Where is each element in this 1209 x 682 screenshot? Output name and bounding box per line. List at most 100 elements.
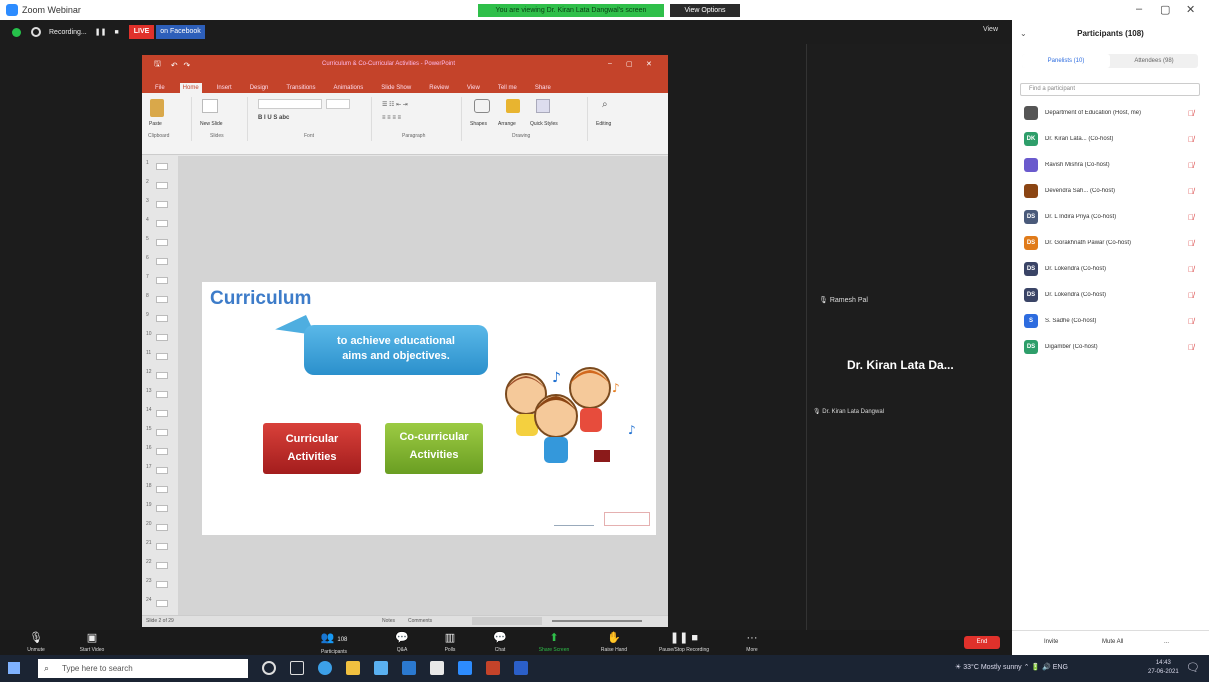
slide-thumbnail[interactable]: 16: [146, 445, 172, 459]
pause-stop-recording-button[interactable]: ❚❚ ■ Pause/Stop Recording: [646, 632, 722, 653]
unmute-button[interactable]: 🎙 Unmute: [14, 632, 58, 653]
participant-muted-mic-icon[interactable]: 🎙̸: [1188, 187, 1194, 196]
slide-thumbnail[interactable]: 20: [146, 521, 172, 535]
participant-row[interactable]: DS Dr. Lokendra (Co-host) 🎙̸: [1024, 260, 1204, 278]
slide-thumbnail[interactable]: 9: [146, 312, 172, 326]
recording-label[interactable]: Recording...: [49, 25, 87, 39]
live-on-facebook-pill[interactable]: on Facebook: [156, 25, 205, 39]
slide-thumbnail[interactable]: 6: [146, 255, 172, 269]
font-name-select[interactable]: [258, 99, 322, 109]
ribbon-tab[interactable]: Animations: [331, 83, 367, 93]
participant-row[interactable]: S S. Sadhe (Co-host) 🎙̸: [1024, 312, 1204, 330]
slide-thumbnail[interactable]: 21: [146, 540, 172, 554]
end-meeting-button[interactable]: End: [964, 636, 1000, 649]
quick-styles-icon[interactable]: [536, 99, 550, 113]
ribbon-tab[interactable]: Slide Show: [378, 83, 414, 93]
slide-thumbnail[interactable]: 17: [146, 464, 172, 478]
participant-muted-mic-icon[interactable]: 🎙̸: [1188, 161, 1194, 170]
ppt-minimize-icon[interactable]: –: [608, 60, 612, 67]
shapes-icon[interactable]: [474, 99, 490, 113]
bold-italic-underline-icons[interactable]: B I U S abc: [258, 115, 289, 121]
slide-thumbnail[interactable]: 1: [146, 160, 172, 174]
ribbon-tab[interactable]: Share: [532, 83, 554, 93]
slide-thumbnail[interactable]: 13: [146, 388, 172, 402]
participant-muted-mic-icon[interactable]: 🎙̸: [1188, 109, 1194, 118]
zoom-taskbar-icon[interactable]: [458, 661, 472, 675]
notes-toggle[interactable]: Notes: [382, 618, 395, 624]
task-view-icon[interactable]: [290, 661, 304, 675]
word-taskbar-icon[interactable]: [514, 661, 528, 675]
weather-text[interactable]: 33°C Mostly sunny: [963, 664, 1021, 671]
ribbon-tab[interactable]: Tell me: [495, 83, 520, 93]
slide-thumbnail[interactable]: 12: [146, 369, 172, 383]
comments-toggle[interactable]: Comments: [408, 618, 432, 624]
tab-attendees[interactable]: Attendees (98): [1110, 54, 1198, 68]
taskbar-search-box[interactable]: Type here to search: [38, 659, 248, 678]
participant-muted-mic-icon[interactable]: 🎙̸: [1188, 135, 1194, 144]
edge-browser-icon[interactable]: [318, 661, 332, 675]
paste-icon[interactable]: [150, 99, 164, 117]
start-video-button[interactable]: ▣ Start Video: [70, 632, 114, 653]
slide-thumbnail[interactable]: 3: [146, 198, 172, 212]
participant-muted-mic-icon[interactable]: 🎙̸: [1188, 265, 1194, 274]
arrange-label[interactable]: Arrange: [498, 121, 516, 127]
participant-row[interactable]: DS Digamber (Co-host) 🎙̸: [1024, 338, 1204, 356]
slide-thumbnail[interactable]: 24: [146, 597, 172, 611]
align-icons[interactable]: ≡ ≡ ≡ ≡: [382, 115, 401, 121]
participant-muted-mic-icon[interactable]: 🎙̸: [1188, 291, 1194, 300]
ppt-close-icon[interactable]: ✕: [646, 60, 652, 68]
qa-button[interactable]: 💬 Q&A: [380, 632, 424, 653]
participant-muted-mic-icon[interactable]: 🎙̸: [1188, 213, 1194, 222]
editing-label[interactable]: Editing: [596, 121, 611, 127]
arrange-icon[interactable]: [506, 99, 520, 113]
invite-button[interactable]: Invite: [1044, 639, 1058, 645]
share-screen-button[interactable]: ⬆ Share Screen: [532, 632, 576, 653]
language-indicator[interactable]: ENG: [1053, 664, 1068, 671]
cortana-icon[interactable]: [262, 661, 276, 675]
raise-hand-button[interactable]: ✋ Raise Hand: [592, 632, 636, 653]
chrome-icon[interactable]: [430, 661, 444, 675]
participant-row[interactable]: Devendra Sah... (Co-host) 🎙̸: [1024, 182, 1204, 200]
zoom-slider[interactable]: [552, 620, 642, 622]
panel-more-button[interactable]: ...: [1164, 639, 1169, 645]
view-buttons[interactable]: [472, 617, 542, 625]
slide-thumbnail[interactable]: 5: [146, 236, 172, 250]
redo-icon[interactable]: ↷: [184, 61, 191, 70]
file-explorer-icon[interactable]: [346, 661, 360, 675]
find-icon[interactable]: ⌕: [602, 99, 608, 110]
mute-all-button[interactable]: Mute All: [1102, 639, 1123, 645]
minimize-button[interactable]: –: [1136, 3, 1142, 15]
participant-row[interactable]: DS Dr. L Indira Priya (Co-host) 🎙̸: [1024, 208, 1204, 226]
undo-icon[interactable]: ↶: [171, 61, 178, 70]
ribbon-tab[interactable]: Transitions: [283, 83, 318, 93]
participant-search-input[interactable]: Find a participant: [1020, 83, 1200, 96]
font-size-select[interactable]: [326, 99, 350, 109]
chat-button[interactable]: 💬 Chat: [478, 632, 522, 653]
paste-label[interactable]: Paste: [149, 121, 162, 127]
windows-start-icon[interactable]: [8, 662, 20, 674]
close-button[interactable]: ✕: [1186, 3, 1195, 16]
save-icon[interactable]: 🖫: [154, 58, 161, 72]
ribbon-tab[interactable]: View: [464, 83, 483, 93]
maximize-button[interactable]: ▢: [1160, 3, 1170, 16]
slide-thumbnail[interactable]: 2: [146, 179, 172, 193]
polls-button[interactable]: ▥ Polls: [428, 632, 472, 653]
ribbon-tab[interactable]: Insert: [214, 83, 235, 93]
more-button[interactable]: ··· More: [730, 632, 774, 653]
bullets-icon[interactable]: ☰ ☷ ⇤ ⇥: [382, 101, 408, 108]
shapes-label[interactable]: Shapes: [470, 121, 487, 127]
participants-button[interactable]: 👥 108 Participants: [312, 632, 356, 655]
participant-row[interactable]: DS Dr. Lokendra (Co-host) 🎙̸: [1024, 286, 1204, 304]
ribbon-tab[interactable]: File: [152, 83, 168, 93]
pause-icon[interactable]: ❚❚: [95, 25, 107, 39]
live-badge[interactable]: LIVE: [128, 25, 155, 39]
slide-thumbnail[interactable]: 23: [146, 578, 172, 592]
new-slide-label[interactable]: New Slide: [200, 121, 223, 127]
slide-thumbnail[interactable]: 4: [146, 217, 172, 231]
slide-thumbnail[interactable]: 18: [146, 483, 172, 497]
tab-panelists[interactable]: Panelists (10): [1022, 54, 1110, 68]
slide-thumbnail[interactable]: 22: [146, 559, 172, 573]
view-options-button[interactable]: View Options: [670, 4, 740, 17]
notifications-icon[interactable]: 🗨: [1186, 661, 1200, 674]
participant-row[interactable]: DS Dr. Gorakhnath Pawar (Co-host) 🎙̸: [1024, 234, 1204, 252]
